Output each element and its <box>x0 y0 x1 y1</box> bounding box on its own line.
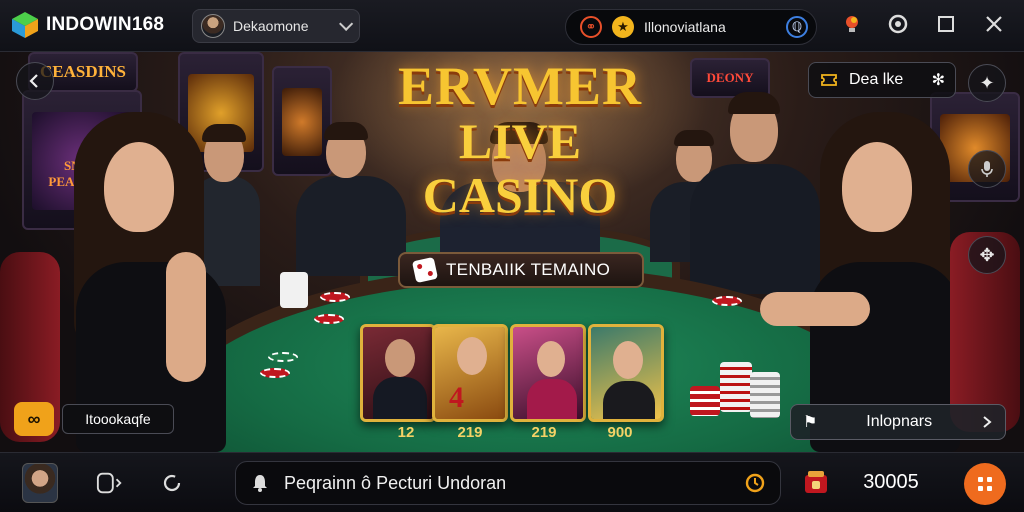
status-pill[interactable]: ⚭ ★ Illonoviatlana ℚ <box>565 9 817 45</box>
user-avatar[interactable] <box>22 463 58 503</box>
fullscreen-button[interactable]: ✦ <box>968 64 1006 102</box>
title-top: ERVMER <box>397 56 643 116</box>
live-chat-button[interactable]: ∞ <box>14 402 54 436</box>
back-arrow-icon <box>29 74 38 88</box>
live-chat-label[interactable]: Itoookaqfe <box>62 404 174 434</box>
chevron-down-icon <box>339 16 354 31</box>
card-value: 900 <box>607 424 633 441</box>
best-casino-banner[interactable]: TENBAIIK TEMAINO <box>398 252 644 288</box>
player-card-1[interactable] <box>360 324 436 422</box>
back-button[interactable] <box>16 62 54 100</box>
record-icon[interactable] <box>886 12 910 36</box>
logo-icon <box>12 12 38 38</box>
game-title: ERVMER LIVE CASINO <box>360 58 680 222</box>
share-icon[interactable] <box>96 469 124 497</box>
ticket-icon <box>821 74 837 86</box>
star-icon[interactable]: ★ <box>612 16 634 38</box>
app-name: INDOWIN168 <box>46 14 165 35</box>
wallet-icon[interactable] <box>800 467 832 499</box>
card-value: 219 <box>531 424 557 441</box>
flag-icon: ⚑ <box>803 414 818 431</box>
search-bar[interactable]: Peqrainn ô Pecturi Undoran <box>235 461 781 505</box>
chevron-right-icon <box>983 416 992 428</box>
grid-icon <box>978 477 992 491</box>
app-logo[interactable]: INDOWIN168 <box>10 10 164 40</box>
live-casino-scene: CEASDINS SNOY PEASAIINI DEONY <box>0 52 1024 452</box>
status-text: Illonoviatlana <box>644 19 726 35</box>
menu-button[interactable] <box>964 463 1006 505</box>
chip-stack-left <box>260 272 350 392</box>
target-button[interactable]: ✥ <box>968 236 1006 274</box>
player-card-2[interactable]: 4 <box>432 324 508 422</box>
chip-red <box>712 296 742 306</box>
lightbulb-icon[interactable] <box>840 12 864 36</box>
expand-icon: ✦ <box>979 72 995 93</box>
bell-icon <box>253 475 267 492</box>
player-left-woman <box>46 112 236 452</box>
top-bar: INDOWIN168 Dekaomone ⚭ ★ Illonoviatlana … <box>0 0 1024 52</box>
card-value: 219 <box>457 424 483 441</box>
close-icon[interactable] <box>982 12 1006 36</box>
slot-sign-text: DEONY <box>706 70 754 85</box>
banner-text: TENBAIIK TEMAINO <box>446 260 611 279</box>
player-card-4[interactable] <box>588 324 664 422</box>
card-rank: 4 <box>449 381 464 414</box>
settings-icon: ✻ <box>931 72 945 89</box>
maximize-icon[interactable] <box>934 12 958 36</box>
microphone-icon <box>981 161 993 177</box>
chat-bubble-icon: ∞ <box>27 408 41 429</box>
profile-dropdown[interactable]: Dekaomone <box>192 9 360 43</box>
bookmark-button[interactable]: Dea lke ✻ <box>808 62 956 98</box>
search-text: Peqrainn ô Pecturi Undoran <box>284 472 507 493</box>
account-icon[interactable]: ℚ <box>786 16 808 38</box>
bottom-bar: Peqrainn ô Pecturi Undoran 30005 <box>0 452 1024 512</box>
avatar <box>201 14 225 38</box>
crosshair-icon: ✥ <box>979 244 995 265</box>
info-button[interactable]: ⚑ Inlopnars <box>790 404 1006 440</box>
refresh-icon[interactable] <box>158 469 186 497</box>
chat-icon[interactable]: ⚭ <box>580 16 602 38</box>
bookmark-label: Dea lke <box>849 71 904 88</box>
timer-icon[interactable] <box>744 472 766 494</box>
casino-app: INDOWIN168 Dekaomone ⚭ ★ Illonoviatlana … <box>0 0 1024 512</box>
title-bottom: LIVE CASINO <box>422 113 618 223</box>
mic-button[interactable] <box>968 150 1006 188</box>
profile-name: Dekaomone <box>233 18 309 34</box>
balance-amount: 30005 <box>863 471 919 493</box>
dice-icon <box>411 256 439 284</box>
player-card-3[interactable] <box>510 324 586 422</box>
chip-stack-right <box>690 352 790 432</box>
info-label: Inlopnars <box>866 413 933 430</box>
player-right-woman <box>760 112 970 452</box>
